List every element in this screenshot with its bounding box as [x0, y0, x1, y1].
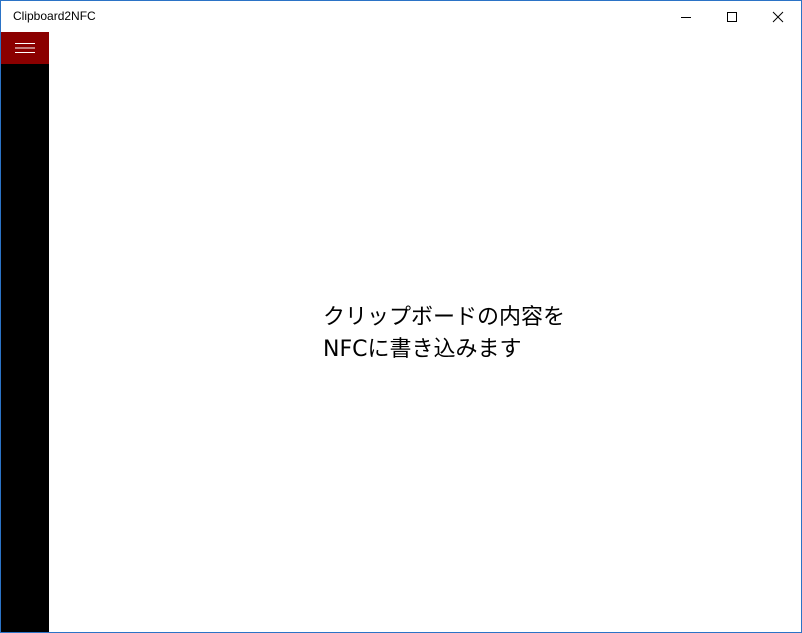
navigation-pane [1, 32, 49, 632]
close-icon [772, 11, 784, 22]
app-window: Clipboard2NFC クリップボードの内容を NFCに書き込みます [0, 0, 802, 633]
maximize-button[interactable] [709, 1, 755, 32]
minimize-button[interactable] [663, 1, 709, 32]
minimize-icon [681, 16, 691, 18]
hamburger-menu-button[interactable] [1, 32, 49, 64]
close-button[interactable] [755, 1, 801, 32]
maximize-icon [727, 11, 737, 22]
instruction-message: クリップボードの内容を NFCに書き込みます [323, 302, 623, 366]
message-line-1: クリップボードの内容を [323, 305, 566, 330]
window-title: Clipboard2NFC [13, 9, 96, 23]
main-content: クリップボードの内容を NFCに書き込みます [49, 32, 801, 632]
title-bar[interactable]: Clipboard2NFC [1, 1, 801, 32]
message-line-2: NFCに書き込みます [323, 337, 522, 362]
hamburger-menu-icon [15, 43, 35, 53]
